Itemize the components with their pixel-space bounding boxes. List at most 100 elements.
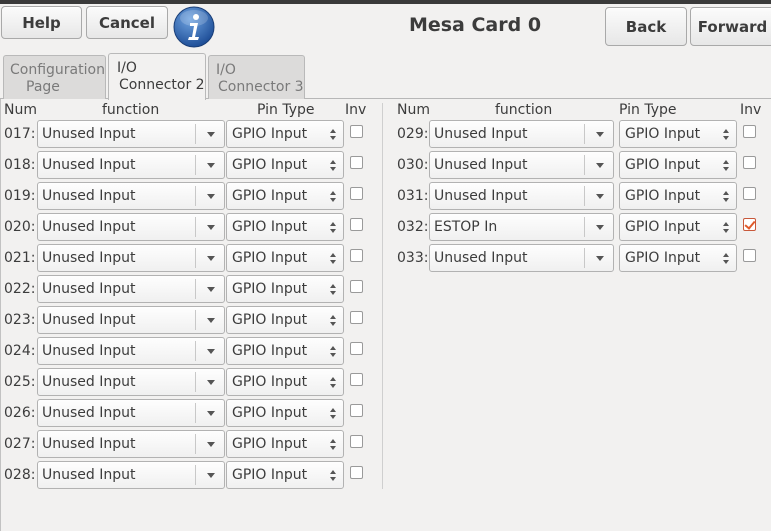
- pin-type-spinner[interactable]: GPIO Input: [226, 120, 344, 148]
- invert-checkbox[interactable]: [743, 187, 756, 200]
- pin-type-spinner[interactable]: GPIO Input: [226, 213, 344, 241]
- chevron-down-icon: [207, 380, 215, 385]
- chevron-down-icon: [207, 411, 215, 416]
- function-select[interactable]: Unused Input: [429, 151, 614, 179]
- invert-checkbox[interactable]: [350, 156, 363, 169]
- function-select[interactable]: Unused Input: [37, 430, 225, 458]
- invert-checkbox[interactable]: [743, 218, 756, 231]
- pin-number: 028:: [4, 467, 36, 483]
- header-inv: Inv: [740, 102, 762, 118]
- pin-type-spinner[interactable]: GPIO Input: [226, 275, 344, 303]
- function-value: Unused Input: [42, 219, 136, 235]
- spin-down-icon: [723, 229, 729, 233]
- invert-checkbox[interactable]: [350, 373, 363, 386]
- combo-divider: [195, 341, 196, 361]
- invert-checkbox[interactable]: [350, 218, 363, 231]
- chevron-down-icon: [596, 225, 604, 230]
- pin-type-spinner[interactable]: GPIO Input: [226, 461, 344, 489]
- function-value: Unused Input: [434, 250, 528, 266]
- spin-down-icon: [330, 291, 336, 295]
- function-value: Unused Input: [434, 188, 528, 204]
- function-select[interactable]: Unused Input: [37, 213, 225, 241]
- function-select[interactable]: Unused Input: [37, 275, 225, 303]
- pin-number: 026:: [4, 405, 36, 421]
- spin-up-icon: [330, 377, 336, 381]
- function-select[interactable]: Unused Input: [37, 120, 225, 148]
- pin-type-value: GPIO Input: [232, 126, 308, 142]
- spin-up-icon: [330, 439, 336, 443]
- help-button[interactable]: Help: [1, 6, 82, 39]
- invert-checkbox[interactable]: [350, 466, 363, 479]
- chevron-down-icon: [207, 349, 215, 354]
- chevron-down-icon: [207, 442, 215, 447]
- cancel-button[interactable]: Cancel: [86, 6, 168, 39]
- pin-type-spinner[interactable]: GPIO Input: [226, 151, 344, 179]
- pin-row: 017: Unused Input GPIO Input: [4, 120, 374, 149]
- combo-divider: [195, 465, 196, 485]
- pin-type-spinner[interactable]: GPIO Input: [619, 151, 737, 179]
- combo-divider: [584, 155, 585, 175]
- invert-checkbox[interactable]: [350, 435, 363, 448]
- pin-type-spinner[interactable]: GPIO Input: [226, 368, 344, 396]
- header-pin-type: Pin Type: [619, 102, 677, 118]
- pin-type-spinner[interactable]: GPIO Input: [226, 244, 344, 272]
- pin-number: 024:: [4, 343, 36, 359]
- invert-checkbox[interactable]: [350, 342, 363, 355]
- invert-checkbox[interactable]: [743, 156, 756, 169]
- chevron-down-icon: [207, 163, 215, 168]
- pin-row: 020: Unused Input GPIO Input: [4, 213, 374, 242]
- pin-type-spinner[interactable]: GPIO Input: [226, 399, 344, 427]
- function-select[interactable]: Unused Input: [37, 151, 225, 179]
- pin-type-spinner[interactable]: GPIO Input: [619, 120, 737, 148]
- invert-checkbox[interactable]: [350, 125, 363, 138]
- spin-up-icon: [723, 129, 729, 133]
- spin-down-icon: [723, 167, 729, 171]
- pin-row: 021: Unused Input GPIO Input: [4, 244, 374, 273]
- pin-type-spinner[interactable]: GPIO Input: [226, 306, 344, 334]
- pin-number: 033:: [397, 250, 429, 266]
- invert-checkbox[interactable]: [350, 249, 363, 262]
- function-select[interactable]: ESTOP In: [429, 213, 614, 241]
- function-select[interactable]: Unused Input: [429, 244, 614, 272]
- pin-type-spinner[interactable]: GPIO Input: [226, 337, 344, 365]
- invert-checkbox[interactable]: [350, 187, 363, 200]
- function-select[interactable]: Unused Input: [37, 306, 225, 334]
- pin-row: 028: Unused Input GPIO Input: [4, 461, 374, 490]
- chevron-down-icon: [207, 318, 215, 323]
- pin-type-spinner[interactable]: GPIO Input: [619, 213, 737, 241]
- invert-checkbox[interactable]: [350, 404, 363, 417]
- function-select[interactable]: Unused Input: [37, 337, 225, 365]
- back-button[interactable]: Back: [605, 7, 687, 46]
- tab-configuration-page[interactable]: Configuration Page: [3, 55, 106, 99]
- function-select[interactable]: Unused Input: [37, 368, 225, 396]
- chevron-down-icon: [596, 194, 604, 199]
- spin-up-icon: [723, 160, 729, 164]
- pin-type-spinner[interactable]: GPIO Input: [619, 244, 737, 272]
- invert-checkbox[interactable]: [743, 249, 756, 262]
- function-value: Unused Input: [42, 374, 136, 390]
- pin-type-spinner[interactable]: GPIO Input: [226, 182, 344, 210]
- chevron-down-icon: [596, 256, 604, 261]
- tab-io-connector-2[interactable]: I/O Connector 2: [108, 53, 206, 100]
- header-pin-type: Pin Type: [257, 102, 315, 118]
- forward-button[interactable]: Forward: [690, 7, 771, 46]
- pin-row: 031: Unused Input GPIO Input: [397, 182, 767, 211]
- function-select[interactable]: Unused Input: [37, 182, 225, 210]
- pin-type-spinner[interactable]: GPIO Input: [619, 182, 737, 210]
- function-select[interactable]: Unused Input: [37, 399, 225, 427]
- invert-checkbox[interactable]: [350, 280, 363, 293]
- function-value: Unused Input: [42, 281, 136, 297]
- invert-checkbox[interactable]: [743, 125, 756, 138]
- function-select[interactable]: Unused Input: [37, 461, 225, 489]
- function-select[interactable]: Unused Input: [429, 182, 614, 210]
- function-select[interactable]: Unused Input: [429, 120, 614, 148]
- chevron-down-icon: [207, 287, 215, 292]
- tab-io-connector-3[interactable]: I/O Connector 3: [208, 55, 305, 99]
- pin-row: 022: Unused Input GPIO Input: [4, 275, 374, 304]
- tab-label-line2: Page: [26, 79, 60, 95]
- spin-down-icon: [330, 198, 336, 202]
- pin-type-value: GPIO Input: [625, 188, 701, 204]
- function-select[interactable]: Unused Input: [37, 244, 225, 272]
- pin-type-spinner[interactable]: GPIO Input: [226, 430, 344, 458]
- invert-checkbox[interactable]: [350, 311, 363, 324]
